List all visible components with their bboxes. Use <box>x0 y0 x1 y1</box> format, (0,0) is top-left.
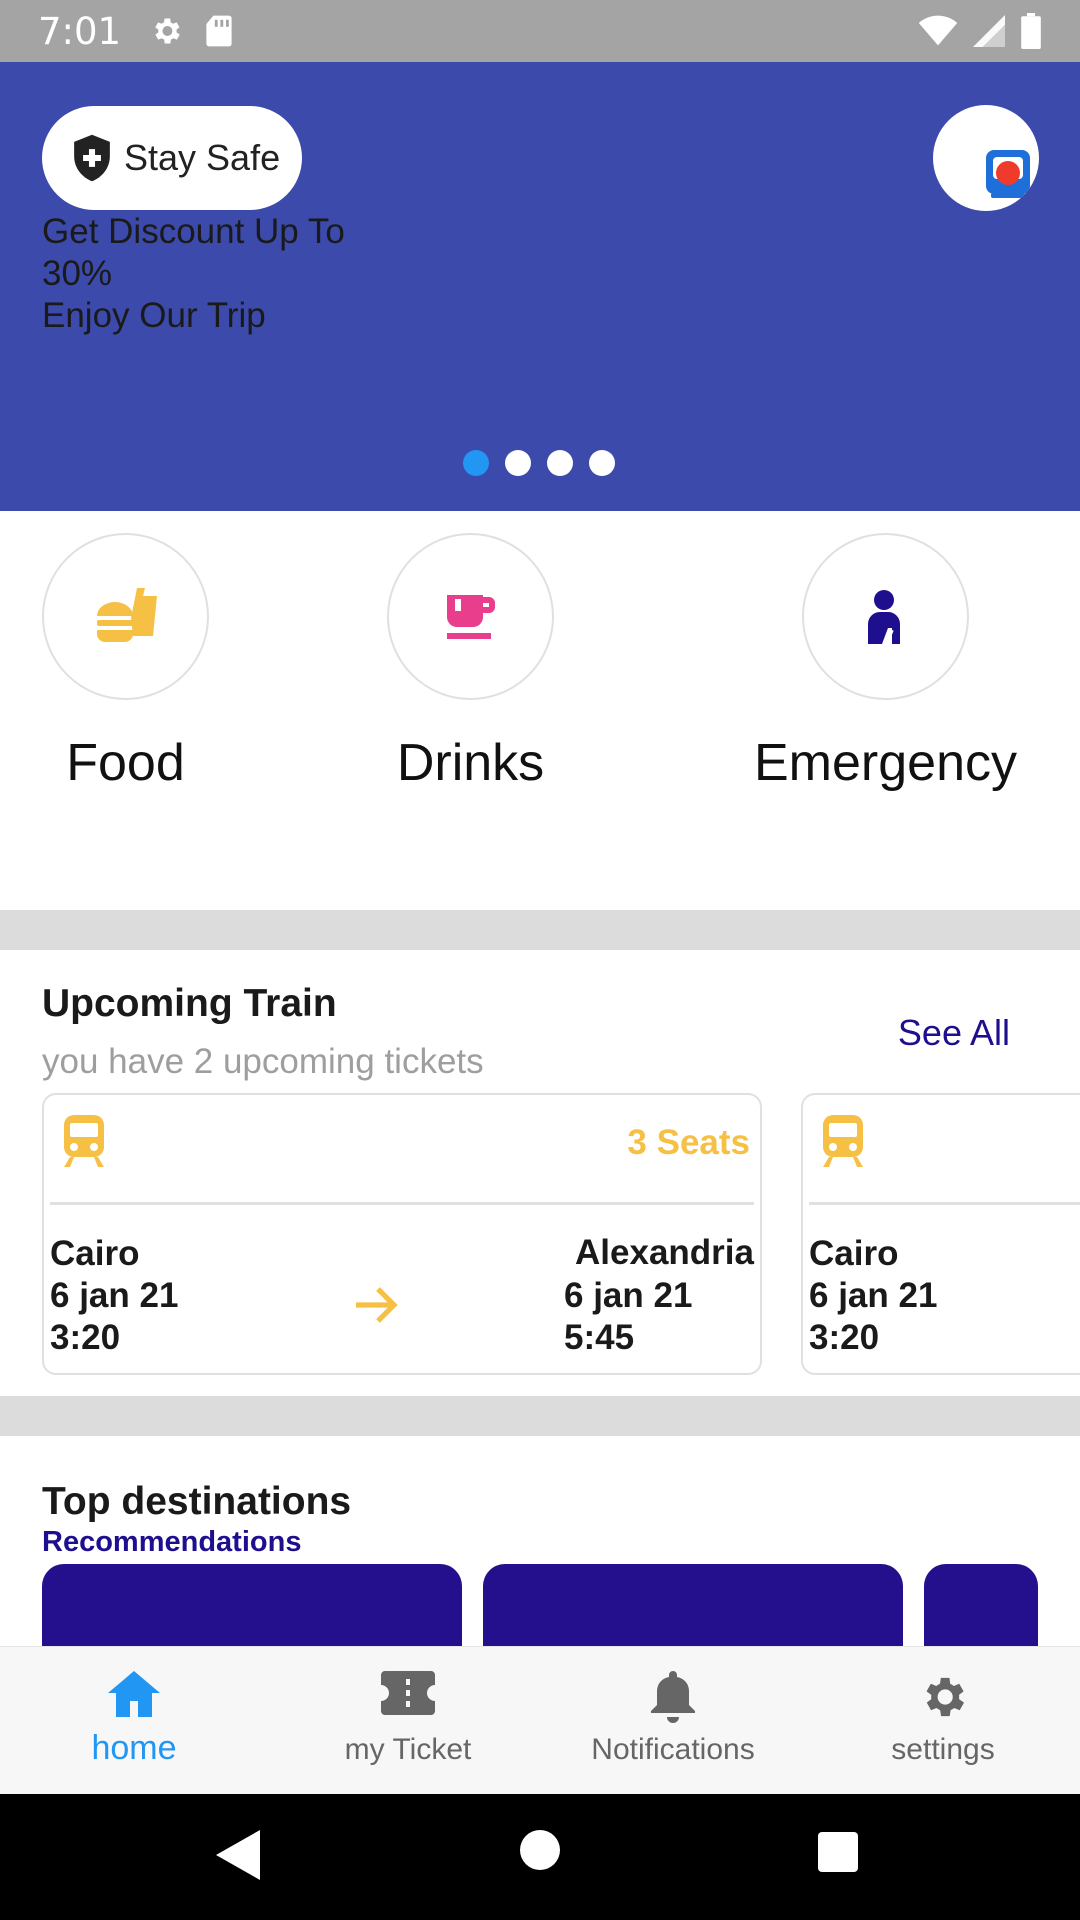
battery-icon <box>1021 13 1041 49</box>
see-all-link[interactable]: See All <box>898 1012 1010 1054</box>
nav-my-ticket-label: my Ticket <box>344 1733 472 1766</box>
stay-safe-label: Stay Safe <box>124 137 281 178</box>
carousel-dot[interactable] <box>589 450 615 476</box>
profile-avatar[interactable] <box>933 105 1039 211</box>
promo-text-line-3: Enjoy Our Trip <box>42 296 266 335</box>
departure-time: 3:20 <box>809 1318 880 1357</box>
carousel-dot[interactable] <box>505 450 531 476</box>
arrival-time: 5:45 <box>564 1318 635 1357</box>
system-navigation-bar <box>0 1794 1080 1920</box>
status-left-icons <box>149 14 233 48</box>
arrow-right-icon <box>356 1287 398 1323</box>
ticket-icon <box>381 1671 435 1715</box>
carousel-dot[interactable] <box>547 450 573 476</box>
app-screen: 7:01 Stay Safe Get Discount Up To 30% En… <box>0 0 1080 1920</box>
home-icon <box>108 1671 160 1717</box>
carousel-dot[interactable] <box>463 450 489 476</box>
carousel-indicator[interactable] <box>463 450 615 476</box>
wifi-icon <box>918 15 958 46</box>
category-food-label: Food <box>66 734 185 792</box>
nav-notifications-label: Notifications <box>591 1733 755 1766</box>
ticket-header: 3 Seats <box>50 1095 754 1205</box>
promo-text-line-2: 30% <box>42 254 113 293</box>
promo-text-line-1: Get Discount Up To <box>42 212 345 251</box>
category-emergency[interactable]: Emergency <box>754 533 1017 792</box>
category-drinks[interactable]: Drinks <box>387 533 554 792</box>
settings-icon <box>155 18 180 44</box>
ticket-card[interactable]: Cairo 6 jan 21 3:20 <box>801 1093 1080 1375</box>
ticket-seats: 3 Seats <box>627 1123 750 1162</box>
home-button-icon[interactable] <box>520 1830 560 1870</box>
nav-notifications[interactable]: Notifications <box>575 1647 771 1795</box>
signal-icon <box>973 15 1005 47</box>
status-time: 7:01 <box>38 9 122 53</box>
arrival-date: 6 jan 21 <box>564 1276 693 1315</box>
section-divider <box>0 1396 1080 1436</box>
promo-banner[interactable]: Stay Safe Get Discount Up To 30% Enjoy O… <box>0 62 1080 511</box>
destinations-title: Top destinations <box>42 1480 352 1523</box>
nav-my-ticket[interactable]: my Ticket <box>310 1647 506 1795</box>
departure-time: 3:20 <box>50 1318 121 1357</box>
nav-home-label: home <box>91 1729 177 1767</box>
departure-date: 6 jan 21 <box>50 1276 179 1315</box>
departure-city: Cairo <box>809 1234 899 1273</box>
category-drinks-label: Drinks <box>396 734 545 792</box>
sd-card-icon <box>206 15 232 47</box>
departure-date: 6 jan 21 <box>809 1276 938 1315</box>
recommendations-label: Recommendations <box>42 1526 302 1558</box>
coffee-cup-icon <box>446 594 495 639</box>
train-icon <box>823 1115 863 1167</box>
nav-settings-label: settings <box>891 1733 995 1766</box>
upcoming-title: Upcoming Train <box>42 982 337 1025</box>
ticket-departure: Cairo 6 jan 21 3:20 <box>809 1233 937 1359</box>
train-icon <box>64 1115 104 1167</box>
section-divider <box>0 910 1080 950</box>
category-food-circle[interactable] <box>42 533 209 700</box>
bottom-navigation: home my Ticket Notifications settings <box>0 1646 1080 1794</box>
recents-icon[interactable] <box>818 1832 858 1872</box>
category-food[interactable]: Food <box>42 533 209 792</box>
nav-settings[interactable]: settings <box>845 1647 1041 1795</box>
ticket-arrival: 6 jan 21 5:45 <box>564 1275 692 1359</box>
shield-icon <box>74 134 110 182</box>
emergency-person-icon <box>867 589 900 644</box>
gear-icon <box>926 1677 965 1717</box>
ticket-header <box>809 1095 1080 1205</box>
status-bar: 7:01 <box>0 0 1080 62</box>
ticket-departure: Cairo 6 jan 21 3:20 <box>50 1233 178 1359</box>
upcoming-subtitle: you have 2 upcoming tickets <box>42 1042 484 1081</box>
back-icon[interactable] <box>216 1830 260 1880</box>
arrival-city: Alexandria <box>575 1233 754 1272</box>
bell-icon <box>651 1671 695 1723</box>
status-right-icons <box>918 13 1042 49</box>
ticket-card[interactable]: 3 Seats Cairo 6 jan 21 3:20 Alexandria 6… <box>42 1093 762 1375</box>
nav-home[interactable]: home <box>36 1647 232 1795</box>
train-logo-icon <box>986 150 1030 198</box>
category-emergency-label: Emergency <box>754 734 1017 792</box>
departure-city: Cairo <box>50 1234 140 1273</box>
food-icon <box>96 587 157 642</box>
category-drinks-circle[interactable] <box>387 533 554 700</box>
category-emergency-circle[interactable] <box>802 533 969 700</box>
stay-safe-badge[interactable]: Stay Safe <box>42 106 302 210</box>
